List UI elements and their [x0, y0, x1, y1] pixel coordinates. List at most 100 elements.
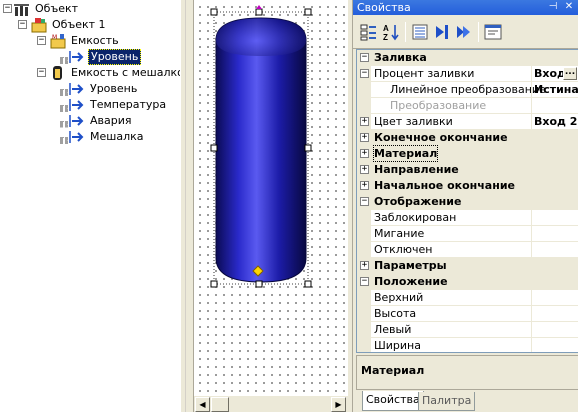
- property-name: Цвет заливки: [374, 115, 453, 128]
- tree-item-label[interactable]: Уровень: [88, 49, 142, 65]
- expand-icon[interactable]: +: [360, 181, 369, 190]
- property-row[interactable]: + Цвет заливки Вход 2: [357, 114, 578, 130]
- tank-shape[interactable]: [194, 0, 348, 395]
- designer-horizontal-scrollbar[interactable]: ◀ ▶: [194, 395, 348, 412]
- collapse-icon[interactable]: −: [360, 69, 369, 78]
- property-name: Отключен: [374, 243, 433, 256]
- expand-icon[interactable]: +: [360, 149, 369, 158]
- property-category-row[interactable]: + Параметры: [357, 258, 578, 274]
- property-row[interactable]: Преобразование: [357, 98, 578, 114]
- property-category-row[interactable]: + Направление: [357, 162, 578, 178]
- tree-item-label[interactable]: Уровень: [88, 81, 139, 97]
- property-category-row[interactable]: + Материал: [357, 145, 578, 162]
- collapse-icon[interactable]: −: [360, 197, 369, 206]
- tree-connector: [60, 105, 68, 109]
- property-row[interactable]: Верхний: [357, 290, 578, 306]
- pin-icon[interactable]: ⊣: [547, 1, 559, 13]
- tree-item-label[interactable]: Мешалка: [88, 129, 145, 145]
- categorized-icon[interactable]: [359, 22, 379, 42]
- resize-handle-tl: [210, 8, 218, 16]
- property-row[interactable]: Левый: [357, 322, 578, 338]
- property-name: Положение: [374, 275, 448, 288]
- property-name: Отображение: [374, 195, 462, 208]
- tree-item[interactable]: − Объект: [0, 1, 180, 17]
- property-pages-icon[interactable]: [483, 22, 503, 42]
- property-row[interactable]: − Процент заливки Вход...: [357, 66, 578, 82]
- property-value[interactable]: Истина: [531, 82, 578, 98]
- property-name: Параметры: [374, 259, 447, 272]
- tree-expander-icon[interactable]: −: [3, 4, 12, 13]
- property-value[interactable]: [531, 322, 578, 338]
- scroll-thumb[interactable]: [211, 397, 229, 412]
- property-category-row[interactable]: − Положение: [357, 274, 578, 290]
- property-value[interactable]: [531, 210, 578, 226]
- tree-connector: [60, 57, 68, 61]
- property-value[interactable]: [531, 226, 578, 242]
- scroll-left-button[interactable]: ◀: [195, 397, 210, 412]
- tree-item[interactable]: Температура: [0, 97, 180, 113]
- tree-item-label[interactable]: Температура: [88, 97, 168, 113]
- property-row[interactable]: Высота: [357, 306, 578, 322]
- svg-text:Z: Z: [383, 33, 388, 42]
- tree-splitter[interactable]: [180, 0, 194, 412]
- property-value[interactable]: [531, 290, 578, 306]
- signal-arrow-icon: [69, 113, 85, 129]
- property-value[interactable]: [531, 242, 578, 258]
- designer-canvas[interactable]: [194, 0, 348, 395]
- events-both-icon[interactable]: [454, 22, 474, 42]
- tree-item[interactable]: − M Емкость: [0, 33, 180, 49]
- row-gutter: [357, 82, 371, 98]
- tree-item[interactable]: − Объект 1: [0, 17, 180, 33]
- tree-item[interactable]: Мешалка: [0, 129, 180, 145]
- tree-item-label[interactable]: Авария: [88, 113, 134, 129]
- tree-expander-icon[interactable]: −: [37, 68, 46, 77]
- close-icon[interactable]: ✕: [563, 1, 575, 13]
- expand-icon[interactable]: +: [360, 133, 369, 142]
- tree-item-label[interactable]: Объект: [33, 1, 80, 17]
- property-category-row[interactable]: − Заливка: [357, 50, 578, 66]
- collapse-icon[interactable]: −: [360, 277, 369, 286]
- property-value[interactable]: [531, 306, 578, 322]
- ellipsis-button[interactable]: ...: [563, 67, 577, 80]
- row-gutter: [357, 338, 371, 352]
- expand-icon[interactable]: +: [360, 261, 369, 270]
- tree-item[interactable]: − Емкость с мешалкой: [0, 65, 180, 81]
- tree-item-label[interactable]: Емкость: [69, 33, 121, 49]
- property-row[interactable]: Отключен: [357, 242, 578, 258]
- property-category-row[interactable]: − Отображение: [357, 194, 578, 210]
- expand-icon[interactable]: +: [360, 117, 369, 126]
- property-grid[interactable]: − Заливка − Процент заливки Вход... Линейное …: [356, 49, 578, 353]
- scroll-right-button[interactable]: ▶: [331, 397, 346, 412]
- tab-properties[interactable]: Свойства: [362, 391, 424, 411]
- property-category-row[interactable]: + Начальное окончание: [357, 178, 578, 194]
- tree-item-label[interactable]: Емкость с мешалкой: [69, 65, 180, 81]
- events-right-icon[interactable]: [432, 22, 452, 42]
- property-value[interactable]: [531, 98, 578, 114]
- tab-palette[interactable]: Палитра: [418, 392, 476, 411]
- property-row[interactable]: Линейное преобразование Истина: [357, 82, 578, 98]
- tank-body: [215, 17, 307, 283]
- property-name: Линейное преобразование: [390, 83, 546, 96]
- tree-expander-icon[interactable]: −: [18, 20, 27, 29]
- signal-arrow-icon: [69, 81, 85, 97]
- property-row[interactable]: Заблокирован: [357, 210, 578, 226]
- properties-title-bar: Свойства ⊣ ✕: [353, 0, 578, 15]
- tree-expander-icon[interactable]: −: [37, 36, 46, 45]
- property-row[interactable]: Ширина: [357, 338, 578, 352]
- row-gutter: [357, 322, 371, 338]
- property-name: Заблокирован: [374, 211, 457, 224]
- properties-icon[interactable]: [410, 22, 430, 42]
- property-value[interactable]: [531, 338, 578, 352]
- property-row[interactable]: Мигание: [357, 226, 578, 242]
- object-tree[interactable]: − Объект − Объект 1− M Емкость Уровень − Емкость…: [0, 0, 180, 412]
- collapse-icon[interactable]: −: [360, 53, 369, 62]
- tree-item[interactable]: Авария: [0, 113, 180, 129]
- row-gutter: [357, 290, 371, 306]
- property-value[interactable]: Вход 2: [531, 114, 578, 130]
- expand-icon[interactable]: +: [360, 165, 369, 174]
- property-category-row[interactable]: + Конечное окончание: [357, 130, 578, 146]
- alphabetical-icon[interactable]: A Z: [381, 22, 401, 42]
- tree-item[interactable]: Уровень: [0, 49, 180, 65]
- tree-item[interactable]: Уровень: [0, 81, 180, 97]
- tree-item-label[interactable]: Объект 1: [50, 17, 108, 33]
